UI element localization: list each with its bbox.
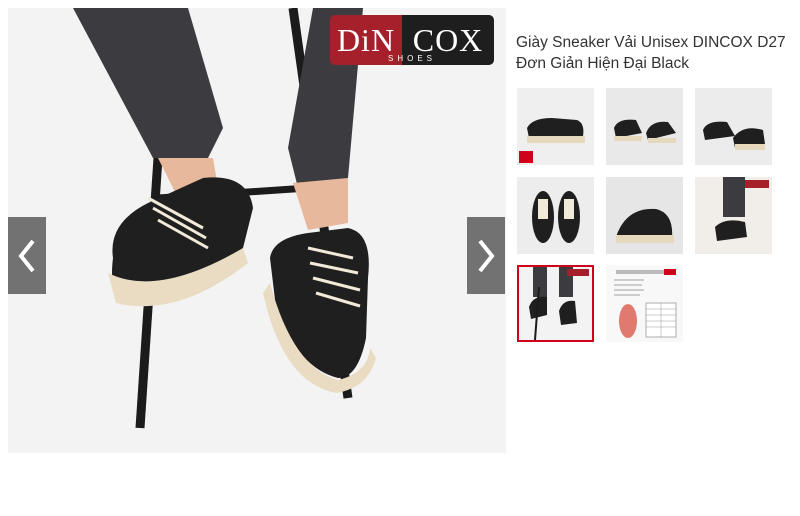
chevron-left-icon [18, 239, 35, 272]
thumbnail-1[interactable] [517, 88, 594, 165]
thumbnail-5[interactable] [606, 177, 683, 254]
logo-text-right: COX [412, 22, 484, 58]
main-product-image [8, 8, 506, 453]
thumbnail-7[interactable] [517, 265, 594, 342]
brand-logo: DiN COX SHOES [330, 15, 494, 65]
product-title: Giày Sneaker Vải Unisex DINCOX D27 Đơn G… [516, 34, 786, 72]
thumbnail-8[interactable] [606, 265, 683, 342]
chevron-right-icon [478, 239, 495, 272]
next-image-button[interactable] [467, 217, 505, 294]
logo-text-left: DiN [336, 22, 396, 58]
thumbnail-6[interactable] [695, 177, 772, 254]
logo-subtext: SHOES [387, 54, 436, 63]
thumbnail-2[interactable] [606, 88, 683, 165]
thumbnail-3[interactable] [695, 88, 772, 165]
thumbnail-4[interactable] [517, 177, 594, 254]
previous-image-button[interactable] [8, 217, 46, 294]
